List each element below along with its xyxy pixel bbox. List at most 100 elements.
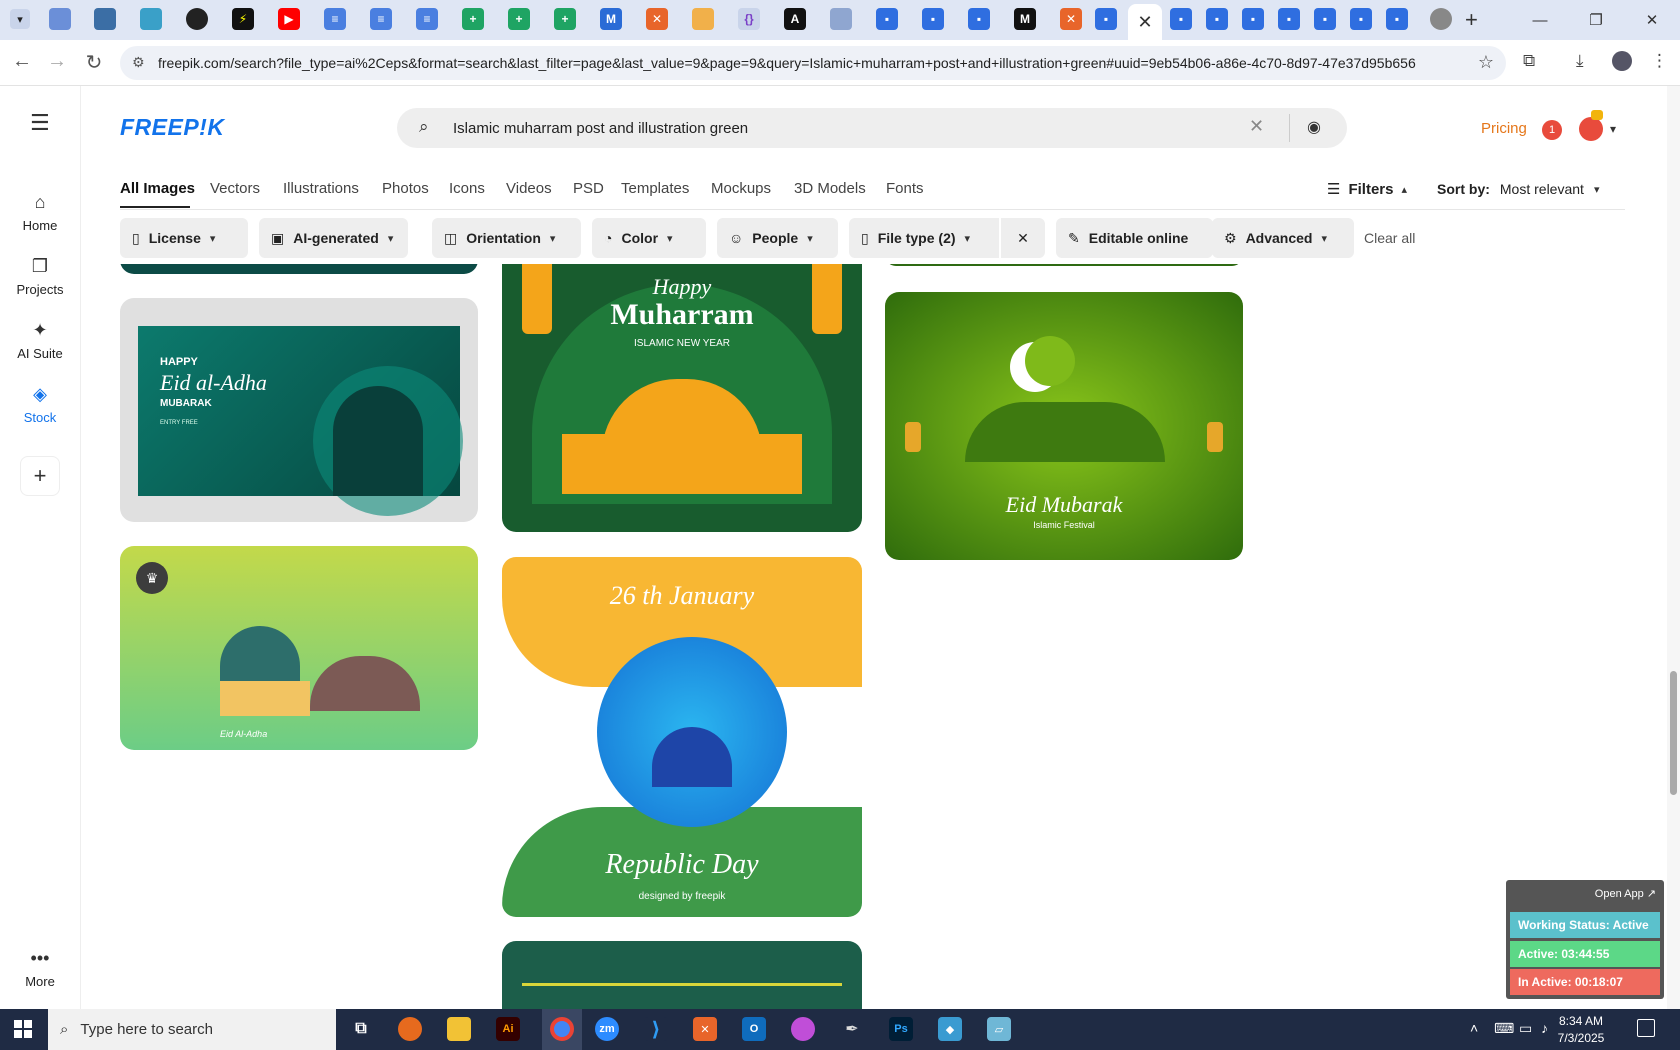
- tab-favicon-7[interactable]: ✕: [646, 8, 668, 30]
- tab-favicon-3[interactable]: [140, 8, 162, 30]
- sort-dropdown[interactable]: Sort by: Most relevant ▾: [1437, 181, 1599, 197]
- tab-favicon-forms-icon-5[interactable]: ▪: [1170, 8, 1192, 30]
- filter-editable-online[interactable]: ✎ Editable online: [1056, 218, 1213, 258]
- filter-ai-generated[interactable]: ▣ AI-generated ▾: [259, 218, 408, 258]
- chrome-icon[interactable]: [550, 1017, 574, 1041]
- filter-orientation[interactable]: ◫ Orientation ▾: [432, 218, 581, 258]
- filter-color[interactable]: ◔ Color ▾: [592, 218, 706, 258]
- address-bar[interactable]: ⚙ freepik.com/search?file_type=ai%2Ceps&…: [120, 46, 1506, 80]
- user-avatar[interactable]: [1579, 117, 1603, 141]
- window-close-icon[interactable]: ✕: [1624, 0, 1680, 40]
- freepik-logo[interactable]: FREEP!K: [120, 114, 224, 141]
- new-tab-button[interactable]: +: [1465, 7, 1478, 33]
- tab-favicon-youtube-icon[interactable]: ▶: [278, 8, 300, 30]
- tab-favicon-forms-icon[interactable]: ▪: [876, 8, 898, 30]
- search-input[interactable]: Islamic muharram post and illustration g…: [453, 120, 748, 137]
- tab-favicon-13[interactable]: ✕: [1060, 8, 1082, 30]
- minimize-icon[interactable]: —: [1512, 0, 1568, 40]
- tab-favicon-forms-icon-7[interactable]: ▪: [1242, 8, 1264, 30]
- outlook-icon[interactable]: O: [742, 1017, 766, 1041]
- result-card-partial-bottom[interactable]: [502, 941, 862, 1009]
- filter-advanced[interactable]: ⚙ Advanced ▾: [1212, 218, 1354, 258]
- vscode-icon[interactable]: ⟩: [644, 1017, 668, 1041]
- filter-people[interactable]: ☺ People ▾: [717, 218, 838, 258]
- tab-search-icon[interactable]: ▾: [10, 9, 30, 29]
- tab-illustrations[interactable]: Illustrations: [283, 180, 359, 197]
- tab-favicon-sheets-icon[interactable]: +: [462, 8, 484, 30]
- notification-center-icon[interactable]: [1637, 1019, 1655, 1037]
- taskbar-search[interactable]: ⌕ Type here to search: [48, 1009, 336, 1050]
- tab-favicon-sheets-icon-3[interactable]: +: [554, 8, 576, 30]
- illustrator-icon[interactable]: Ai: [496, 1017, 520, 1041]
- tab-favicon-sheets-icon-2[interactable]: +: [508, 8, 530, 30]
- tab-favicon-chrome-icon[interactable]: [1430, 8, 1452, 30]
- result-card-republic-day[interactable]: 26 th January Republic Day designed by f…: [502, 557, 862, 917]
- tab-favicon-2[interactable]: [94, 8, 116, 30]
- tab-psd[interactable]: PSD: [573, 180, 604, 197]
- tab-videos[interactable]: Videos: [506, 180, 552, 197]
- taskbar-clock[interactable]: 8:34 AM 7/3/2025: [1551, 1013, 1611, 1047]
- tab-favicon-forms-icon-6[interactable]: ▪: [1206, 8, 1228, 30]
- windows-start-icon[interactable]: [14, 1020, 32, 1038]
- tray-chevron-up-icon[interactable]: ˄: [1470, 1020, 1478, 1036]
- paint-icon[interactable]: [791, 1017, 815, 1041]
- tab-favicon-forms-icon-4[interactable]: ▪: [1095, 8, 1117, 30]
- tab-favicon-docs-icon[interactable]: ≡: [324, 8, 346, 30]
- tab-favicon-10[interactable]: A: [784, 8, 806, 30]
- result-card-partial-top-1[interactable]: [120, 264, 478, 274]
- xampp-icon[interactable]: ✕: [693, 1017, 717, 1041]
- tab-mockups[interactable]: Mockups: [711, 180, 771, 197]
- tab-favicon-forms-icon-10[interactable]: ▪: [1350, 8, 1372, 30]
- file-explorer-icon[interactable]: [447, 1017, 471, 1041]
- page-scrollbar[interactable]: [1667, 86, 1680, 1009]
- task-view-icon[interactable]: ⧉: [349, 1017, 373, 1041]
- tab-favicon-6[interactable]: M: [600, 8, 622, 30]
- tab-photos[interactable]: Photos: [382, 180, 429, 197]
- filter-license[interactable]: ▯ License ▾: [120, 218, 248, 258]
- clear-file-type-icon[interactable]: ✕: [1001, 218, 1045, 258]
- tab-fonts[interactable]: Fonts: [886, 180, 924, 197]
- rail-item-home[interactable]: ⌂ Home: [0, 192, 80, 233]
- tab-favicon-forms-icon-8[interactable]: ▪: [1278, 8, 1300, 30]
- tab-icons[interactable]: Icons: [449, 180, 485, 197]
- firefox-icon[interactable]: [398, 1017, 422, 1041]
- app-icon-notes[interactable]: ▱: [987, 1017, 1011, 1041]
- tab-favicon-11[interactable]: [830, 8, 852, 30]
- back-icon[interactable]: ←: [9, 50, 35, 73]
- tab-favicon-12[interactable]: M: [1014, 8, 1036, 30]
- tab-favicon-4[interactable]: [186, 8, 208, 30]
- search-bar[interactable]: ⌕ Islamic muharram post and illustration…: [397, 108, 1347, 148]
- tab-all-images[interactable]: All Images: [120, 180, 195, 197]
- hamburger-menu-icon[interactable]: ☰: [30, 110, 50, 136]
- tab-templates[interactable]: Templates: [621, 180, 689, 197]
- tab-favicon-forms-icon-3[interactable]: ▪: [968, 8, 990, 30]
- pen-tool-icon[interactable]: ✒: [840, 1017, 864, 1041]
- menu-kebab-icon[interactable]: ⋮: [1651, 51, 1668, 71]
- profile-avatar[interactable]: [1612, 51, 1632, 71]
- clear-all-link[interactable]: Clear all: [1364, 230, 1415, 246]
- tab-favicon-forms-icon-9[interactable]: ▪: [1314, 8, 1336, 30]
- tray-app-icon[interactable]: ⌨: [1494, 1020, 1514, 1037]
- filters-toggle[interactable]: ☰ Filters ▴: [1327, 180, 1407, 199]
- active-tab-close-icon[interactable]: ✕: [1128, 4, 1162, 40]
- tab-favicon-8[interactable]: [692, 8, 714, 30]
- filter-file-type[interactable]: ▯ File type (2) ▾: [849, 218, 999, 258]
- volume-icon[interactable]: ♪: [1541, 1020, 1548, 1036]
- notification-badge[interactable]: 1: [1542, 120, 1562, 140]
- reload-icon[interactable]: ↻: [81, 50, 107, 75]
- clear-search-icon[interactable]: ✕: [1249, 116, 1264, 137]
- bookmark-star-icon[interactable]: ☆: [1478, 52, 1494, 73]
- forward-icon[interactable]: →: [44, 50, 70, 73]
- app-icon-gem[interactable]: ◆: [938, 1017, 962, 1041]
- tab-favicon-docs-icon-3[interactable]: ≡: [416, 8, 438, 30]
- tab-favicon-5[interactable]: ⚡: [232, 8, 254, 30]
- tab-favicon-forms-icon-11[interactable]: ▪: [1386, 8, 1408, 30]
- scrollbar-thumb[interactable]: [1670, 671, 1677, 795]
- open-app-link[interactable]: Open App ↗: [1595, 887, 1656, 900]
- tab-3d-models[interactable]: 3D Models: [794, 180, 866, 197]
- result-card-eid-adha[interactable]: HAPPY Eid al-Adha MUBARAK ENTRY FREE: [120, 298, 478, 522]
- result-card-happy-muharram[interactable]: Happy Muharram ISLAMIC NEW YEAR: [502, 264, 862, 532]
- account-chevron-down-icon[interactable]: ▾: [1610, 122, 1616, 136]
- camera-icon[interactable]: ◉: [1307, 117, 1321, 137]
- tab-favicon-1[interactable]: [49, 8, 71, 30]
